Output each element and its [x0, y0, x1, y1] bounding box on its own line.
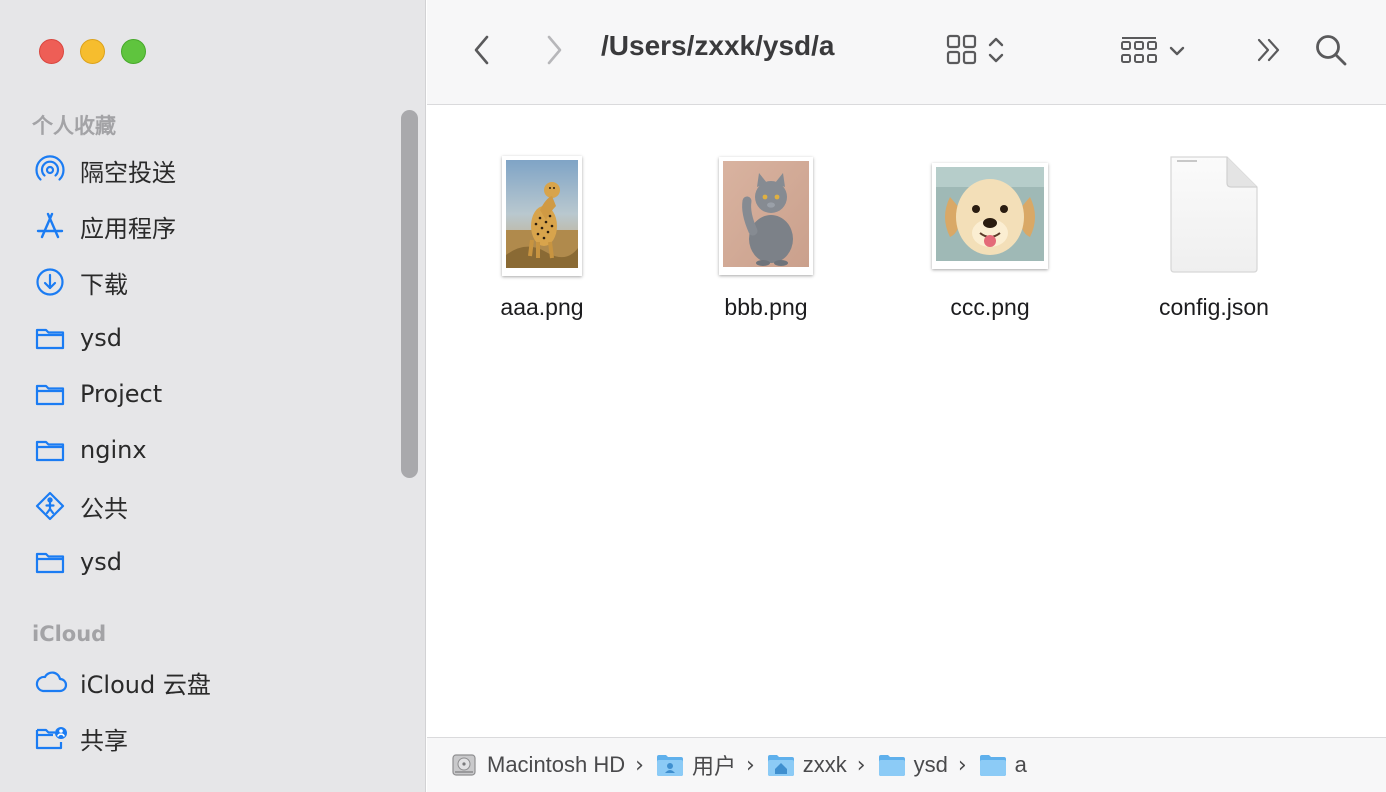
- sidebar-item-ysd[interactable]: ysd: [34, 318, 122, 358]
- sidebar-scrollbar[interactable]: [401, 110, 418, 478]
- path-separator-icon: ›: [856, 752, 866, 778]
- window-controls: [39, 39, 146, 64]
- downloads-icon: [34, 265, 68, 299]
- search-button[interactable]: [1311, 32, 1351, 72]
- sidebar-item-label: 隔空投送: [80, 158, 176, 187]
- file-name: ccc.png: [950, 294, 1030, 320]
- path-crumb-label: zxxk: [802, 752, 847, 777]
- puppy-thumbnail: [932, 163, 1048, 269]
- sidebar-item-airdrop[interactable]: 隔空投送: [34, 150, 176, 190]
- folder-icon: [34, 377, 68, 411]
- toolbar: /Users/zxxk/ysd/a: [427, 0, 1386, 105]
- path-crumb-label: Macintosh HD: [487, 752, 626, 777]
- folder-icon: [979, 752, 1007, 778]
- users-folder-icon: [656, 752, 684, 778]
- sidebar-item-ysd-2[interactable]: ysd: [34, 542, 122, 582]
- file-name: aaa.png: [500, 294, 584, 320]
- path-crumb-a[interactable]: a: [979, 752, 1027, 778]
- path-crumb-ysd[interactable]: ysd ›: [878, 752, 979, 778]
- path-separator-icon: ›: [635, 752, 644, 778]
- sidebar-item-label: ysd: [80, 548, 122, 576]
- sidebar-item-applications[interactable]: 应用程序: [34, 206, 176, 246]
- sidebar-item-label: 应用程序: [80, 214, 176, 243]
- file-item-bbb[interactable]: bbb.png: [666, 146, 866, 321]
- path-crumb-users[interactable]: 用户 ›: [656, 749, 767, 781]
- hard-drive-icon: [451, 752, 479, 778]
- icloud-heading: iCloud: [32, 622, 107, 646]
- path-crumb-macintosh-hd[interactable]: Macintosh HD ›: [451, 752, 656, 778]
- path-crumb-label: ysd: [913, 752, 948, 777]
- shared-folder-icon: [34, 721, 68, 755]
- sidebar-item-label: nginx: [80, 436, 147, 464]
- chevron-down-icon: [1168, 43, 1186, 62]
- airdrop-icon: [34, 153, 68, 187]
- chevron-left-icon: [472, 34, 492, 70]
- file-item-aaa[interactable]: aaa.png: [442, 146, 642, 321]
- sidebar-item-nginx[interactable]: nginx: [34, 430, 147, 470]
- path-crumb-zxxk[interactable]: zxxk ›: [767, 752, 878, 778]
- sidebar: 个人收藏 隔空投送 应用程序 下载 ysd Project nginx 公共 y…: [0, 0, 426, 792]
- forward-button[interactable]: [537, 32, 571, 72]
- path-bar: Macintosh HD › 用户 › zxxk › ysd › a: [427, 737, 1386, 792]
- path-separator-icon: ›: [745, 752, 755, 778]
- folder-icon: [34, 321, 68, 355]
- icloud-icon: [34, 665, 68, 699]
- cheetah-thumbnail: [502, 156, 582, 276]
- favorites-heading: 个人收藏: [32, 114, 116, 138]
- file-icon-grid: aaa.png bbb.png ccc.png config.json: [427, 106, 1386, 736]
- file-name: bbb.png: [724, 294, 808, 320]
- double-chevron-right-icon: [1255, 37, 1283, 67]
- sidebar-item-label: 公共: [80, 494, 128, 523]
- sidebar-item-downloads[interactable]: 下载: [34, 262, 128, 302]
- file-name: config.json: [1159, 294, 1269, 320]
- close-window-button[interactable]: [39, 39, 64, 64]
- group-grid-icon: [1120, 33, 1158, 71]
- sidebar-item-shared[interactable]: 共享: [34, 718, 128, 758]
- back-button[interactable]: [465, 32, 499, 72]
- sidebar-item-icloud-drive[interactable]: iCloud 云盘: [34, 662, 211, 702]
- chevron-right-icon: [544, 34, 564, 70]
- path-separator-icon: ›: [957, 752, 967, 778]
- home-folder-icon: [767, 752, 795, 778]
- window-title: /Users/zxxk/ysd/a: [601, 30, 835, 61]
- zoom-window-button[interactable]: [121, 39, 146, 64]
- document-icon: [1167, 153, 1261, 279]
- cat-thumbnail: [719, 157, 813, 275]
- minimize-window-button[interactable]: [80, 39, 105, 64]
- icon-view-icon: [945, 33, 979, 71]
- group-by-button[interactable]: [1115, 32, 1191, 72]
- sidebar-item-project[interactable]: Project: [34, 374, 162, 414]
- sidebar-item-label: Project: [80, 380, 163, 408]
- sidebar-item-label: iCloud 云盘: [80, 670, 211, 699]
- sidebar-item-label: ysd: [80, 324, 122, 352]
- path-crumb-label: a: [1014, 752, 1027, 777]
- folder-icon: [34, 433, 68, 467]
- file-item-ccc[interactable]: ccc.png: [890, 146, 1090, 321]
- more-toolbar-items-button[interactable]: [1249, 32, 1289, 72]
- folder-icon: [878, 752, 906, 778]
- public-icon: [34, 489, 68, 523]
- view-mode-button[interactable]: [939, 32, 1011, 72]
- path-crumb-label: 用户: [691, 754, 736, 779]
- sidebar-item-label: 下载: [80, 270, 128, 299]
- up-down-chevron-icon: [987, 35, 1005, 69]
- folder-icon: [34, 545, 68, 579]
- sidebar-item-public[interactable]: 公共: [34, 486, 128, 526]
- sidebar-item-label: 共享: [80, 726, 128, 755]
- applications-icon: [34, 209, 68, 243]
- search-icon: [1314, 33, 1348, 71]
- file-item-config-json[interactable]: config.json: [1114, 146, 1314, 321]
